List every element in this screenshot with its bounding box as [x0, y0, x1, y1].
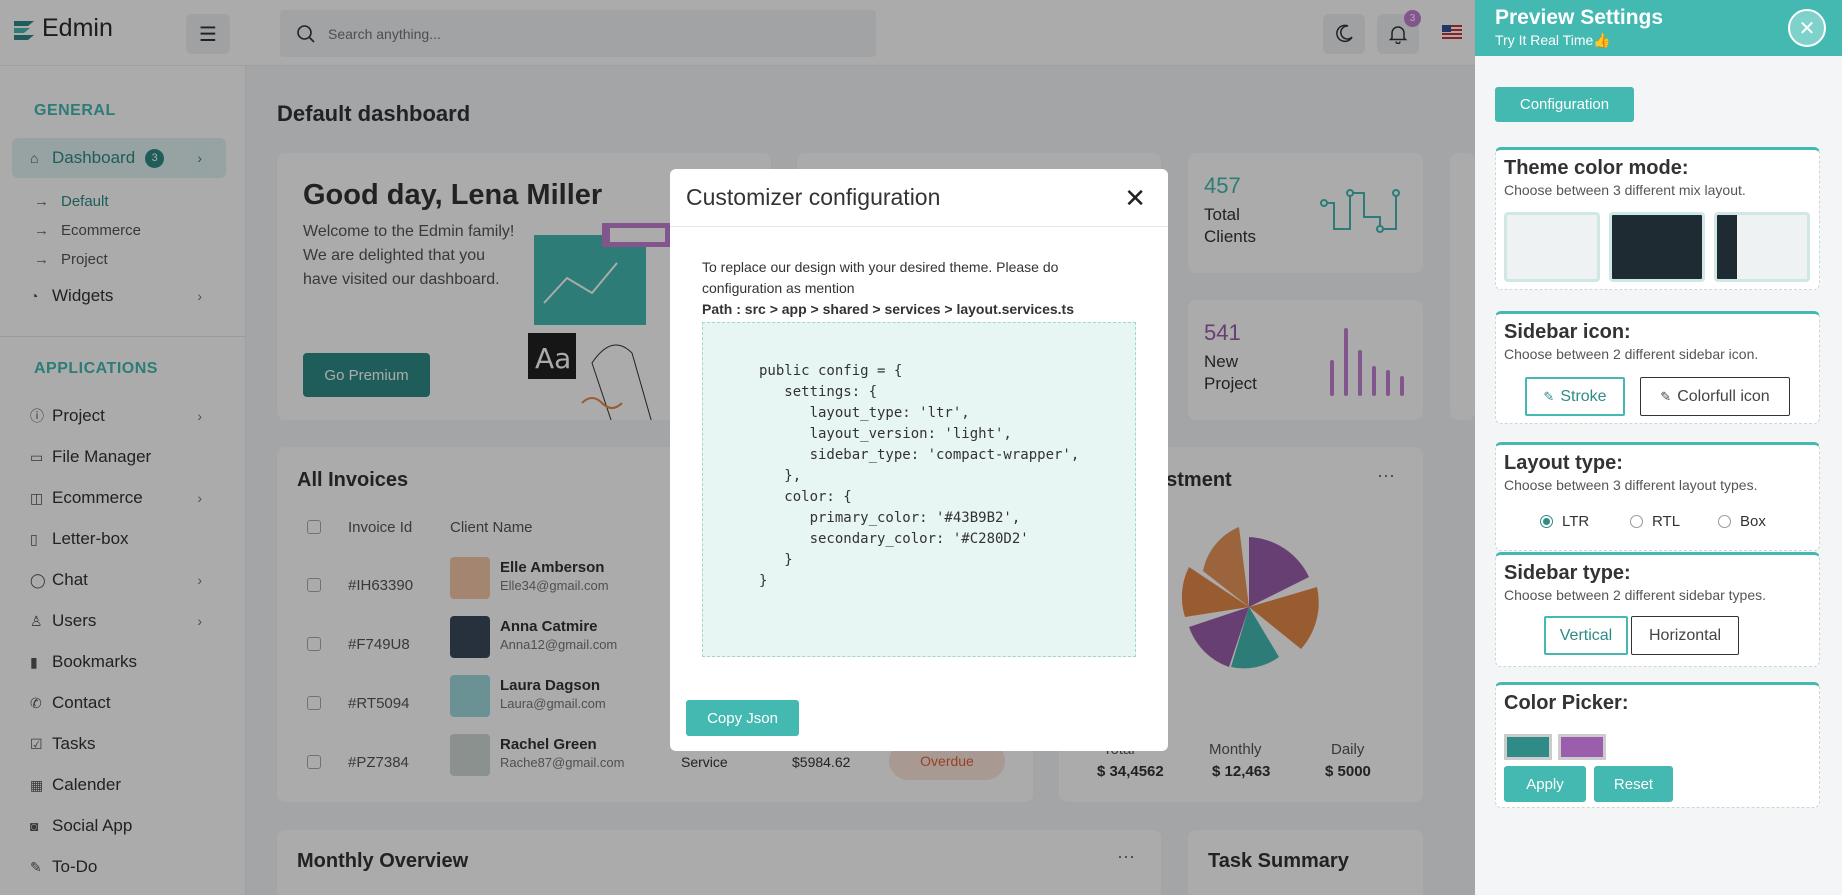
section-title: Theme color mode:	[1504, 157, 1689, 179]
modal-body: To replace our design with your desired …	[670, 227, 1168, 657]
layout-box-radio[interactable]: Box	[1718, 513, 1766, 530]
section-desc: Choose between 3 different layout types.	[1504, 477, 1758, 493]
modal-text-1: To replace our design with your desired …	[702, 259, 1059, 275]
edit-icon: ✎	[1660, 388, 1672, 404]
theme-light-option[interactable]	[1504, 212, 1600, 282]
code-block[interactable]: public config = { settings: { layout_typ…	[702, 322, 1136, 657]
option-label: Colorfull icon	[1677, 387, 1770, 405]
modal-title: Customizer configuration	[686, 184, 941, 210]
section-desc: Choose between 2 different sidebar icon.	[1504, 346, 1759, 362]
section-title: Sidebar type:	[1504, 562, 1631, 584]
modal-path: Path : src > app > shared > services > l…	[702, 301, 1074, 317]
primary-color-swatch[interactable]	[1504, 734, 1552, 760]
option-label: Stroke	[1560, 387, 1607, 405]
theme-mix-option[interactable]	[1714, 212, 1810, 282]
sidebar-icon-section: Sidebar icon: Choose between 2 different…	[1495, 311, 1820, 424]
section-desc: Choose between 2 different sidebar types…	[1504, 587, 1767, 603]
copy-json-button[interactable]: Copy Json	[686, 700, 799, 736]
reset-button[interactable]: Reset	[1594, 766, 1673, 802]
section-title: Color Picker:	[1504, 692, 1629, 714]
sidebar-type-section: Sidebar type: Choose between 2 different…	[1495, 552, 1820, 667]
configuration-button[interactable]: Configuration	[1495, 87, 1634, 122]
apply-button[interactable]: Apply	[1504, 766, 1586, 802]
close-icon[interactable]: ✕	[1124, 183, 1146, 214]
section-title: Layout type:	[1504, 452, 1623, 474]
radio-label: LTR	[1562, 513, 1590, 530]
radio-dot	[1630, 515, 1643, 528]
radio-dot	[1718, 515, 1731, 528]
secondary-color-swatch[interactable]	[1558, 734, 1606, 760]
vertical-option[interactable]: Vertical	[1544, 616, 1628, 655]
preview-settings-panel: Preview Settings Try It Real Time👍 ✕ Con…	[1475, 0, 1842, 895]
edit-icon: ✎	[1543, 388, 1555, 404]
theme-color-section: Theme color mode: Choose between 3 diffe…	[1495, 147, 1820, 290]
panel-header: Preview Settings Try It Real Time👍	[1475, 0, 1842, 56]
radio-dot	[1540, 515, 1553, 528]
layout-type-section: Layout type: Choose between 3 different …	[1495, 442, 1820, 551]
stroke-icon-option[interactable]: ✎ Stroke	[1525, 377, 1625, 416]
close-icon[interactable]: ✕	[1788, 9, 1826, 47]
color-picker-section: Color Picker: Apply Reset	[1495, 682, 1820, 808]
radio-label: RTL	[1652, 513, 1681, 530]
modal-text-2: configuration as mention	[702, 280, 855, 296]
layout-ltr-radio[interactable]: LTR	[1540, 513, 1589, 530]
layout-rtl-radio[interactable]: RTL	[1630, 513, 1680, 530]
colorfull-icon-option[interactable]: ✎ Colorfull icon	[1640, 377, 1790, 416]
section-desc: Choose between 3 different mix layout.	[1504, 182, 1746, 198]
section-title: Sidebar icon:	[1504, 321, 1631, 343]
customizer-modal: Customizer configuration ✕ To replace ou…	[670, 169, 1168, 751]
theme-dark-option[interactable]	[1609, 212, 1705, 282]
modal-header: Customizer configuration	[670, 169, 1168, 227]
radio-label: Box	[1740, 513, 1766, 530]
horizontal-option[interactable]: Horizontal	[1631, 616, 1739, 655]
